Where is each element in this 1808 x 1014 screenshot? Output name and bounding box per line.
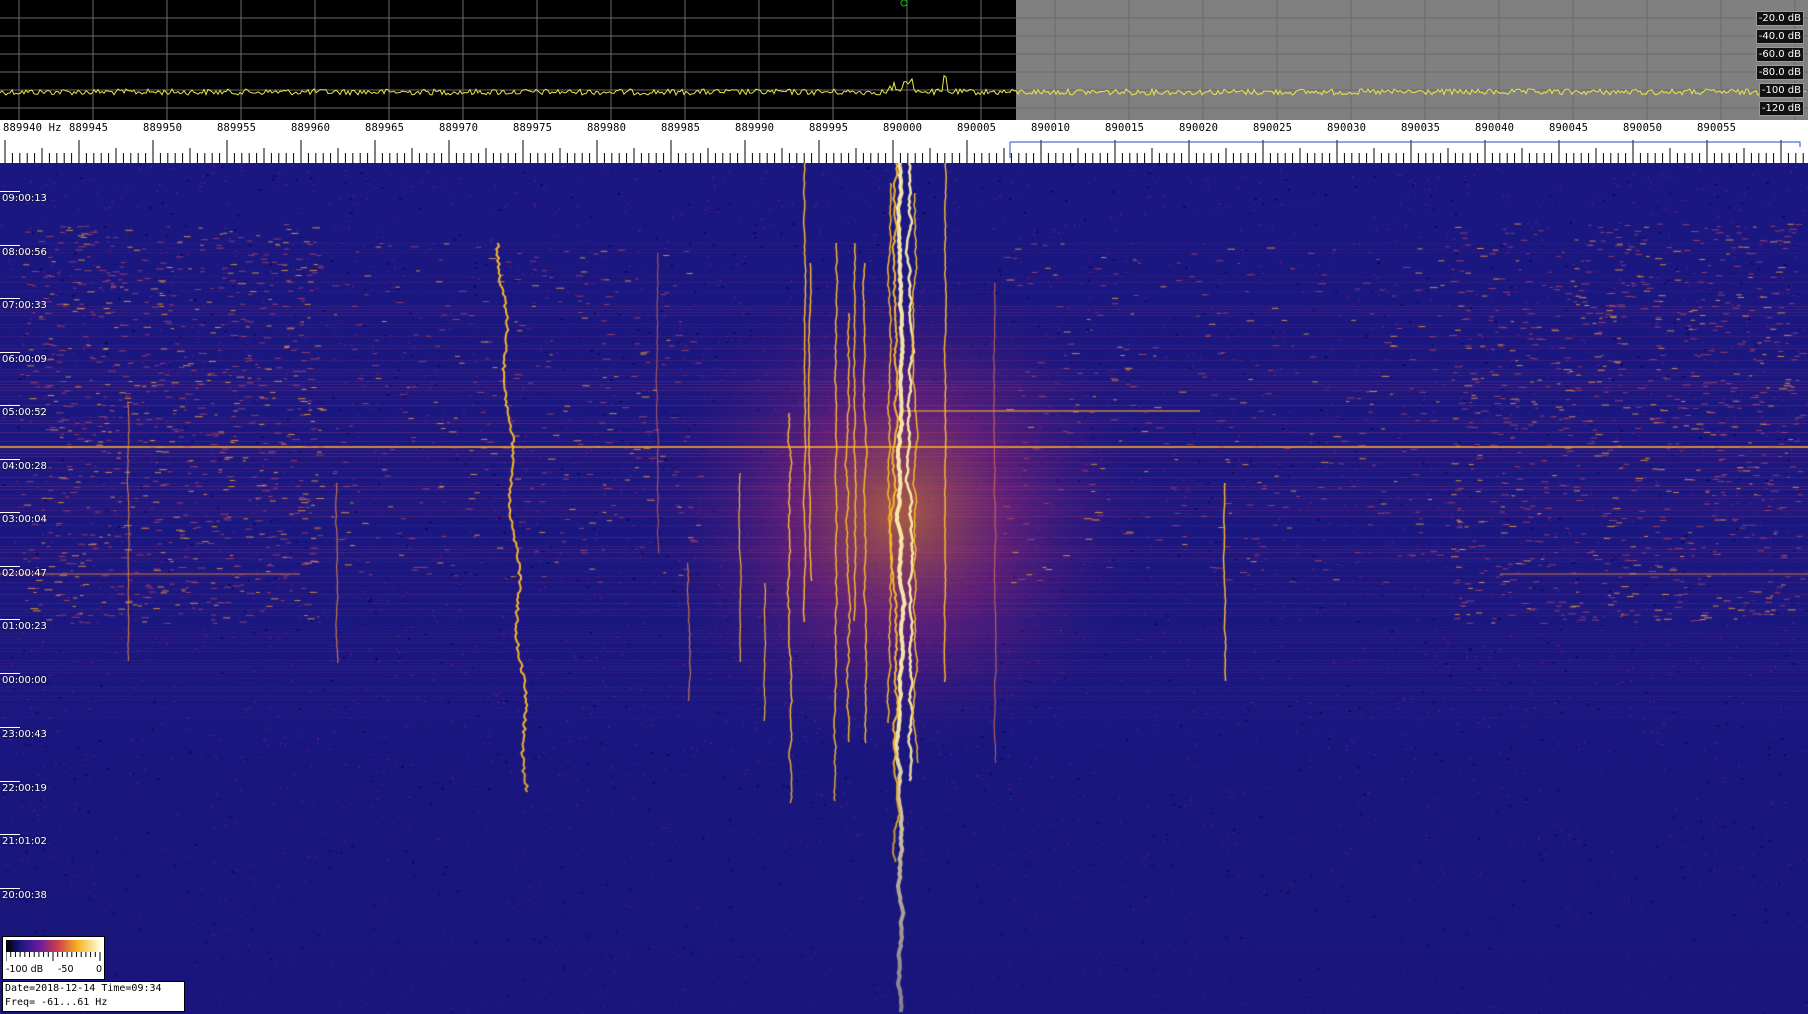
time-label: 08:00:56 (2, 247, 47, 258)
time-label: 22:00:19 (2, 783, 47, 794)
ruler-label: 890040 (1475, 122, 1515, 134)
time-label: 02:00:47 (2, 568, 47, 579)
db-label: -20.0 dB (1755, 11, 1804, 26)
time-mark (0, 191, 20, 192)
time-mark (0, 566, 20, 567)
ruler-label: 890025 (1253, 122, 1293, 134)
time-mark (0, 245, 20, 246)
color-gradient (6, 940, 101, 952)
frequency-range-readout: Freq= -61...61 Hz (5, 997, 108, 1008)
color-scale-min: -100 dB (6, 964, 44, 975)
db-label: -80.0 dB (1755, 65, 1804, 80)
ruler-label: 889945 (69, 122, 109, 134)
time-mark (0, 727, 20, 728)
ruler-label: 889975 (513, 122, 553, 134)
db-label: -100 dB (1758, 83, 1804, 98)
color-scale-mid: -50 (58, 964, 74, 975)
ruler-label: 890000 (883, 122, 923, 134)
ruler-label: 889960 (291, 122, 331, 134)
time-mark (0, 352, 20, 353)
ruler-label: 890030 (1327, 122, 1367, 134)
ruler-label: 890050 (1623, 122, 1663, 134)
time-label: 07:00:33 (2, 300, 47, 311)
color-scale-max: 0 (96, 964, 103, 975)
ruler-label: 890020 (1179, 122, 1219, 134)
time-label: 20:00:38 (2, 890, 47, 901)
ruler-label: 889985 (661, 122, 701, 134)
date-time-readout: Date=2018-12-14 Time=09:34 (5, 983, 162, 994)
time-label: 09:00:13 (2, 193, 47, 204)
ruler-label: 889990 (735, 122, 775, 134)
time-mark (0, 298, 20, 299)
time-mark (0, 459, 20, 460)
ruler-label: 890005 (957, 122, 997, 134)
ruler-label: 889950 (143, 122, 183, 134)
time-label: 04:00:28 (2, 461, 47, 472)
color-scale-ticks (6, 952, 101, 961)
time-label: 00:00:00 (2, 675, 47, 686)
ruler-label: 889970 (439, 122, 479, 134)
db-label: -40.0 dB (1755, 29, 1804, 44)
time-mark (0, 781, 20, 782)
ruler-label: 889955 (217, 122, 257, 134)
info-box: Date=2018-12-14 Time=09:34 Freq= -61...6… (2, 981, 185, 1012)
time-mark (0, 512, 20, 513)
ruler-label: 889940 Hz (3, 122, 62, 134)
time-label: 03:00:04 (2, 514, 47, 525)
time-label: 01:00:23 (2, 621, 47, 632)
time-label: 21:01:02 (2, 836, 47, 847)
time-mark (0, 619, 20, 620)
ruler-label: 889965 (365, 122, 405, 134)
spectrum-panel (0, 0, 1808, 120)
ruler-label: 889995 (809, 122, 849, 134)
ruler-label: 890055 (1697, 122, 1737, 134)
color-scale-legend: -100 dB -50 0 (2, 936, 105, 980)
ruler-label: 890010 (1031, 122, 1071, 134)
time-mark (0, 673, 20, 674)
time-mark (0, 405, 20, 406)
waterfall-display[interactable] (0, 163, 1808, 1014)
time-label: 05:00:52 (2, 407, 47, 418)
db-label: -60.0 dB (1755, 47, 1804, 62)
time-label: 23:00:43 (2, 729, 47, 740)
time-mark (0, 834, 20, 835)
db-label: -120 dB (1758, 101, 1804, 116)
ruler-label: 890015 (1105, 122, 1145, 134)
ruler-label: 890045 (1549, 122, 1589, 134)
ruler-label: 889980 (587, 122, 627, 134)
time-mark (0, 888, 20, 889)
ruler-label: 890035 (1401, 122, 1441, 134)
frequency-ruler[interactable]: 889940 Hz 889945 889950 889955 889960 88… (0, 120, 1808, 163)
time-label: 06:00:09 (2, 354, 47, 365)
